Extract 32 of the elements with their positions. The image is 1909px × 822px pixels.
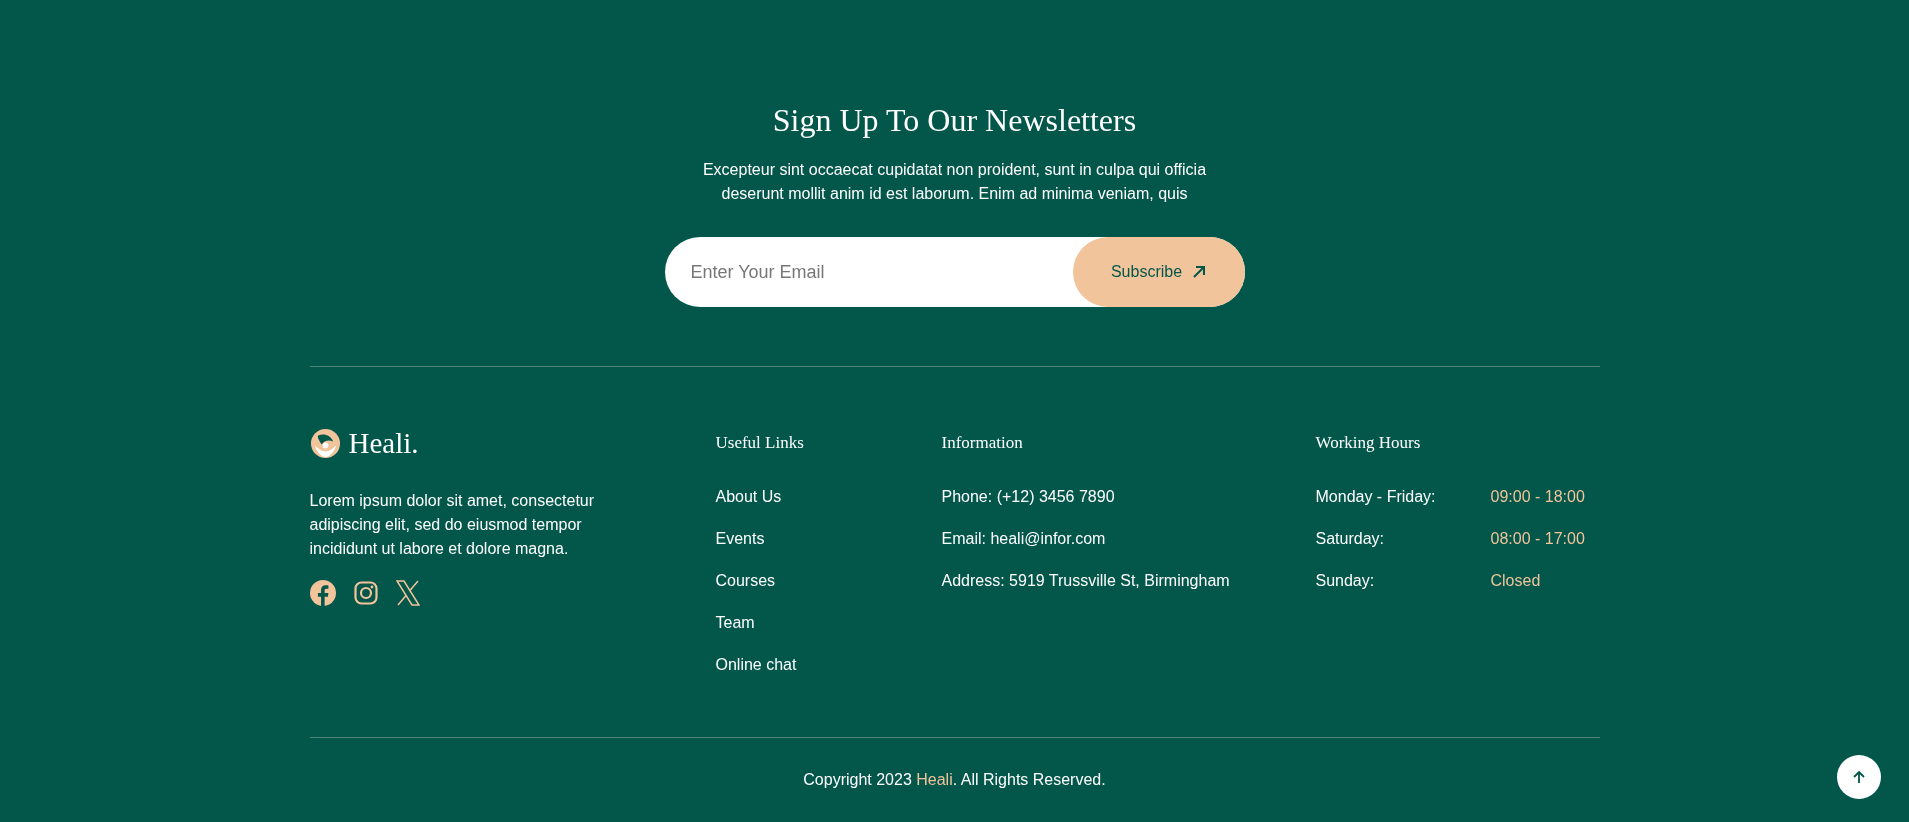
x-icon[interactable]: [395, 580, 420, 606]
contact-info: Email: heali@infor.com: [941, 529, 1107, 549]
column-title: Useful Links: [715, 432, 805, 454]
footer-link[interactable]: Events: [715, 518, 942, 560]
newsletter-text: Excepteur sint occaecat cupidatat non proident, sunt in culpa qui officia deserunt mollit anim id est laborum. Enim ad minima veniam, quis: [701, 160, 1208, 204]
newsletter-title: Sign Up To Our Newsletters: [772, 101, 1137, 140]
back-to-top-button[interactable]: [1837, 755, 1881, 799]
footer-link[interactable]: Courses: [715, 560, 942, 602]
contact-info: Phone: (+12) 3456 7890: [941, 487, 1116, 507]
facebook-icon[interactable]: [309, 580, 336, 606]
day-label: Sunday:: [1315, 571, 1376, 591]
hours-value: Closed: [1490, 571, 1542, 591]
arrow-icon: [1192, 265, 1207, 279]
column-title: Working Hours: [1315, 432, 1422, 454]
hours-value: 08:00 - 17:00: [1490, 529, 1586, 549]
copyright-text: Copyright 2023 Heali. All Rights Reserved.: [802, 771, 1107, 789]
day-label: Saturday:: [1315, 529, 1385, 549]
email-field[interactable]: Enter Your Email: [664, 237, 1073, 307]
logo-icon: [309, 427, 341, 459]
footer-link[interactable]: Online chat: [715, 644, 942, 686]
brand-link[interactable]: Heali: [916, 771, 953, 788]
arrow-up-icon: [1852, 770, 1866, 784]
footer-link[interactable]: Team: [715, 602, 942, 644]
day-label: Monday - Friday:: [1315, 487, 1437, 507]
hours-value: 09:00 - 18:00: [1490, 487, 1586, 507]
instagram-icon[interactable]: [353, 581, 378, 605]
footer-link[interactable]: About Us: [715, 476, 942, 518]
contact-info: Address: 5919 Trussville St, Birmingham: [941, 571, 1231, 591]
brand-name: Heali.: [348, 426, 419, 460]
about-text: Lorem ipsum dolor sit amet, consectetur adipiscing elit, sed do eiusmod tempor incididunt ut labore et dolore magna.: [309, 491, 596, 559]
subscribe-button[interactable]: Subscribe: [1072, 237, 1245, 307]
column-title: Information: [941, 432, 1024, 454]
